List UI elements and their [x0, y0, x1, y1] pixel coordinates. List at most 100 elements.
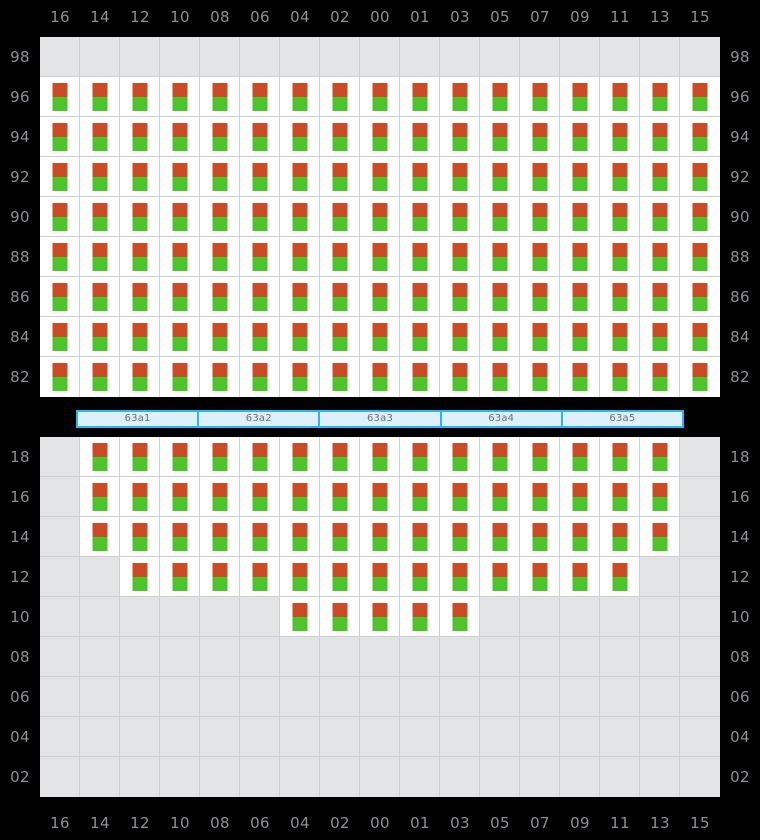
seat-16-11[interactable] — [600, 477, 640, 517]
seat-94-06[interactable] — [240, 117, 280, 157]
seat-94-07[interactable] — [520, 117, 560, 157]
seat-86-11[interactable] — [600, 277, 640, 317]
seat-82-04[interactable] — [280, 357, 320, 397]
seat-88-03[interactable] — [440, 237, 480, 277]
seat-12-03[interactable] — [440, 557, 480, 597]
seat-16-08[interactable] — [200, 477, 240, 517]
seat-84-04[interactable] — [280, 317, 320, 357]
seat-86-06[interactable] — [240, 277, 280, 317]
zone-segment-63a1[interactable]: 63a1 — [78, 412, 200, 426]
seat-82-11[interactable] — [600, 357, 640, 397]
seat-82-08[interactable] — [200, 357, 240, 397]
seat-86-07[interactable] — [520, 277, 560, 317]
seat-92-13[interactable] — [640, 157, 680, 197]
seat-92-02[interactable] — [320, 157, 360, 197]
seat-86-00[interactable] — [360, 277, 400, 317]
seat-88-06[interactable] — [240, 237, 280, 277]
seat-12-07[interactable] — [520, 557, 560, 597]
seat-96-12[interactable] — [120, 77, 160, 117]
seat-14-06[interactable] — [240, 517, 280, 557]
seat-90-09[interactable] — [560, 197, 600, 237]
seat-88-07[interactable] — [520, 237, 560, 277]
seat-18-00[interactable] — [360, 437, 400, 477]
seat-84-14[interactable] — [80, 317, 120, 357]
seat-92-08[interactable] — [200, 157, 240, 197]
seat-88-08[interactable] — [200, 237, 240, 277]
seat-84-11[interactable] — [600, 317, 640, 357]
seat-92-14[interactable] — [80, 157, 120, 197]
seat-18-14[interactable] — [80, 437, 120, 477]
seat-94-13[interactable] — [640, 117, 680, 157]
seat-90-03[interactable] — [440, 197, 480, 237]
seat-94-10[interactable] — [160, 117, 200, 157]
seat-96-08[interactable] — [200, 77, 240, 117]
seat-86-04[interactable] — [280, 277, 320, 317]
zone-bar[interactable]: 63a1 63a2 63a3 63a4 63a5 — [76, 410, 684, 428]
seat-14-05[interactable] — [480, 517, 520, 557]
seat-86-08[interactable] — [200, 277, 240, 317]
seat-10-00[interactable] — [360, 597, 400, 637]
seat-10-01[interactable] — [400, 597, 440, 637]
seat-94-02[interactable] — [320, 117, 360, 157]
seat-88-10[interactable] — [160, 237, 200, 277]
seat-10-03[interactable] — [440, 597, 480, 637]
seat-12-00[interactable] — [360, 557, 400, 597]
seat-92-16[interactable] — [40, 157, 80, 197]
seat-86-03[interactable] — [440, 277, 480, 317]
seat-82-00[interactable] — [360, 357, 400, 397]
seat-18-05[interactable] — [480, 437, 520, 477]
seat-12-02[interactable] — [320, 557, 360, 597]
seat-16-05[interactable] — [480, 477, 520, 517]
seat-10-04[interactable] — [280, 597, 320, 637]
seat-84-15[interactable] — [680, 317, 720, 357]
seat-10-02[interactable] — [320, 597, 360, 637]
seat-90-15[interactable] — [680, 197, 720, 237]
seat-88-13[interactable] — [640, 237, 680, 277]
seat-16-10[interactable] — [160, 477, 200, 517]
seat-92-01[interactable] — [400, 157, 440, 197]
seat-14-08[interactable] — [200, 517, 240, 557]
seat-88-02[interactable] — [320, 237, 360, 277]
seat-82-05[interactable] — [480, 357, 520, 397]
seat-86-09[interactable] — [560, 277, 600, 317]
seat-12-01[interactable] — [400, 557, 440, 597]
seat-84-01[interactable] — [400, 317, 440, 357]
seat-90-02[interactable] — [320, 197, 360, 237]
seat-92-06[interactable] — [240, 157, 280, 197]
seat-14-00[interactable] — [360, 517, 400, 557]
seat-16-12[interactable] — [120, 477, 160, 517]
seat-12-05[interactable] — [480, 557, 520, 597]
seat-14-02[interactable] — [320, 517, 360, 557]
seat-90-05[interactable] — [480, 197, 520, 237]
seat-18-11[interactable] — [600, 437, 640, 477]
seat-96-01[interactable] — [400, 77, 440, 117]
seat-88-01[interactable] — [400, 237, 440, 277]
seat-96-15[interactable] — [680, 77, 720, 117]
seat-92-15[interactable] — [680, 157, 720, 197]
seat-90-14[interactable] — [80, 197, 120, 237]
seat-90-04[interactable] — [280, 197, 320, 237]
seat-12-04[interactable] — [280, 557, 320, 597]
seat-82-10[interactable] — [160, 357, 200, 397]
seat-96-06[interactable] — [240, 77, 280, 117]
seat-92-09[interactable] — [560, 157, 600, 197]
seat-86-05[interactable] — [480, 277, 520, 317]
seat-12-09[interactable] — [560, 557, 600, 597]
seat-92-05[interactable] — [480, 157, 520, 197]
seat-88-05[interactable] — [480, 237, 520, 277]
seat-84-12[interactable] — [120, 317, 160, 357]
seat-82-12[interactable] — [120, 357, 160, 397]
seat-84-05[interactable] — [480, 317, 520, 357]
seat-90-06[interactable] — [240, 197, 280, 237]
seat-12-08[interactable] — [200, 557, 240, 597]
seat-84-10[interactable] — [160, 317, 200, 357]
seat-16-00[interactable] — [360, 477, 400, 517]
seat-82-09[interactable] — [560, 357, 600, 397]
seat-82-14[interactable] — [80, 357, 120, 397]
seat-88-09[interactable] — [560, 237, 600, 277]
seat-12-10[interactable] — [160, 557, 200, 597]
seat-18-04[interactable] — [280, 437, 320, 477]
seat-92-00[interactable] — [360, 157, 400, 197]
seat-90-12[interactable] — [120, 197, 160, 237]
seat-82-06[interactable] — [240, 357, 280, 397]
